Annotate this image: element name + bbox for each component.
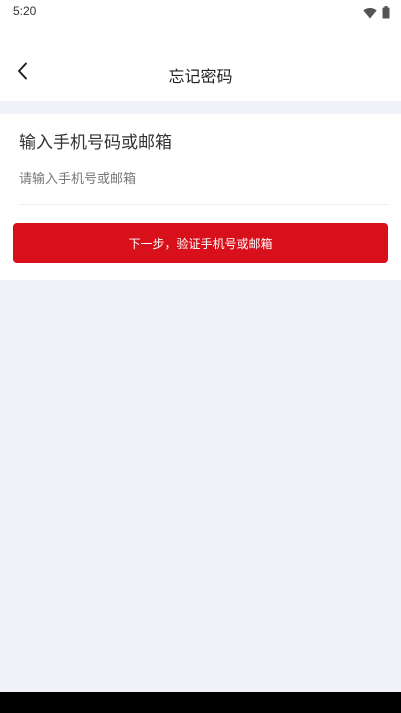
nav-bar: 忘记密码 (0, 50, 401, 96)
top-area: 5:20 忘记密码 (0, 0, 401, 101)
status-icons (363, 4, 390, 23)
input-divider (19, 204, 388, 205)
status-bar: 5:20 (0, 0, 401, 24)
page-title: 忘记密码 (168, 67, 233, 86)
status-time: 5:20 (13, 4, 37, 18)
wifi-icon (363, 4, 377, 23)
battery-icon (382, 4, 390, 23)
next-button[interactable]: 下一步，验证手机号或邮箱 (13, 223, 388, 263)
system-nav-bar (0, 692, 401, 713)
form-heading: 输入手机号码或邮箱 (19, 133, 172, 153)
forgot-password-form: 输入手机号码或邮箱 下一步，验证手机号或邮箱 (0, 114, 401, 280)
account-input[interactable] (19, 166, 387, 192)
